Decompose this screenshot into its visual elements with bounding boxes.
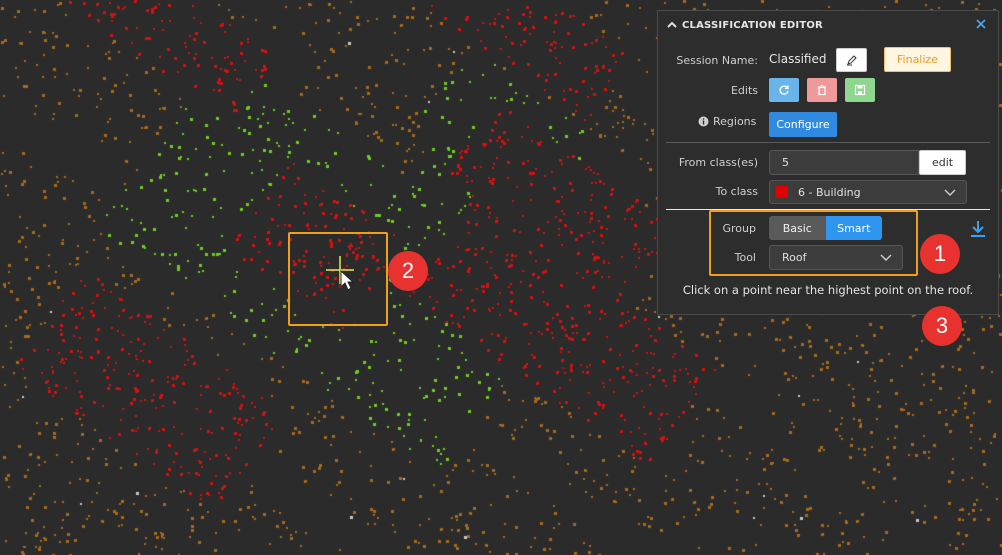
panel-title: CLASSIFICATION EDITOR [682, 19, 823, 31]
finalize-button[interactable]: Finalize [884, 47, 951, 72]
divider [666, 142, 990, 143]
info-icon [698, 116, 709, 127]
edits-label: Edits [730, 84, 758, 97]
save-button[interactable] [845, 78, 875, 102]
to-class-value: 6 - Building [798, 185, 861, 199]
refresh-icon [779, 85, 789, 95]
to-class-label: To class [715, 185, 758, 198]
download-icon[interactable] [968, 219, 988, 239]
tool-hint-text: Click on a point near the highest point … [682, 283, 974, 297]
chevron-up-icon[interactable] [666, 19, 678, 31]
refresh-button[interactable] [769, 78, 799, 102]
close-icon[interactable] [974, 17, 988, 31]
panel-header: CLASSIFICATION EDITOR [658, 11, 998, 39]
from-class-label: From class(es) [678, 156, 758, 169]
from-class-input[interactable]: 5 [769, 150, 919, 175]
delete-button[interactable] [807, 78, 837, 102]
regions-label-group: Regions [698, 115, 756, 128]
edit-from-class-button[interactable]: edit [919, 150, 966, 175]
chevron-down-icon [944, 189, 956, 196]
step-marker-2: 2 [388, 251, 428, 291]
crosshair-cursor-icon [326, 256, 355, 291]
to-class-select[interactable]: 6 - Building [769, 180, 967, 204]
regions-label: Regions [713, 115, 757, 128]
step-marker-3: 3 [922, 306, 962, 346]
rename-session-button[interactable] [836, 48, 867, 72]
trash-icon [818, 84, 826, 96]
pencil-icon [846, 55, 857, 66]
step-marker-1: 1 [920, 234, 960, 274]
configure-button[interactable]: Configure [769, 112, 837, 137]
class-color-swatch [776, 186, 788, 198]
session-name-value: Classified [769, 52, 827, 66]
save-icon [854, 84, 866, 96]
group-tool-highlight-box [709, 210, 918, 276]
session-name-label: Session Name: [676, 54, 758, 67]
